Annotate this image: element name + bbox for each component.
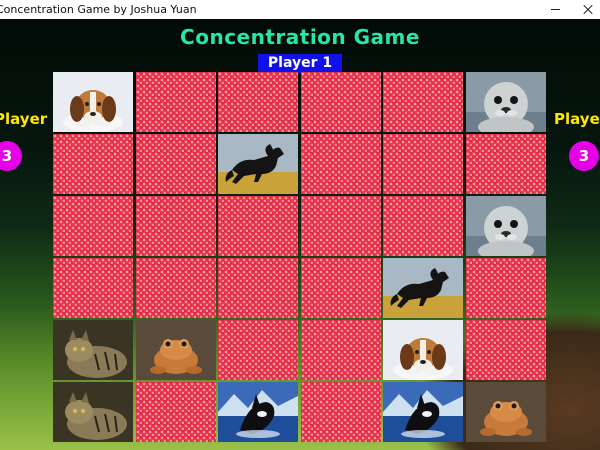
card-face-down[interactable] bbox=[300, 72, 381, 132]
card-cat[interactable] bbox=[53, 382, 133, 442]
card-face-down[interactable] bbox=[218, 258, 299, 318]
card-face-down[interactable] bbox=[465, 320, 546, 380]
card-face-down[interactable] bbox=[53, 134, 133, 194]
card-frog[interactable] bbox=[465, 382, 546, 442]
card-orca[interactable] bbox=[383, 382, 464, 442]
card-face-down[interactable] bbox=[218, 320, 299, 380]
card-face-down[interactable] bbox=[218, 196, 299, 256]
card-orca[interactable] bbox=[218, 382, 299, 442]
card-seal[interactable] bbox=[465, 72, 546, 132]
card-puppy[interactable] bbox=[53, 72, 133, 132]
window-titlebar: Concentration Game by Joshua Yuan bbox=[0, 0, 600, 20]
game-title: Concentration Game bbox=[180, 25, 420, 49]
game-area: Concentration Game Player 1 Player 1 3 P… bbox=[0, 19, 600, 450]
card-face-down[interactable] bbox=[465, 258, 546, 318]
card-face-down[interactable] bbox=[383, 72, 464, 132]
window-title: Concentration Game by Joshua Yuan bbox=[0, 3, 197, 16]
card-face-down[interactable] bbox=[53, 258, 133, 318]
player2-label: Player 2 bbox=[554, 110, 600, 128]
card-face-down[interactable] bbox=[300, 134, 381, 194]
card-grid bbox=[53, 72, 546, 443]
card-face-down[interactable] bbox=[383, 134, 464, 194]
card-face-down[interactable] bbox=[300, 258, 381, 318]
card-face-down[interactable] bbox=[465, 134, 546, 194]
card-face-down[interactable] bbox=[135, 196, 216, 256]
card-seal[interactable] bbox=[465, 196, 546, 256]
player2-score-badge: 3 bbox=[569, 141, 599, 171]
card-face-down[interactable] bbox=[53, 196, 133, 256]
card-face-down[interactable] bbox=[300, 320, 381, 380]
minimize-button[interactable] bbox=[540, 0, 570, 19]
close-button[interactable] bbox=[578, 0, 600, 19]
card-face-down[interactable] bbox=[135, 258, 216, 318]
card-face-down[interactable] bbox=[383, 196, 464, 256]
card-horse[interactable] bbox=[218, 134, 299, 194]
card-face-down[interactable] bbox=[300, 382, 381, 442]
card-horse[interactable] bbox=[383, 258, 464, 318]
card-frog[interactable] bbox=[135, 320, 216, 380]
current-turn-banner: Player 1 bbox=[258, 54, 342, 73]
card-face-down[interactable] bbox=[135, 134, 216, 194]
card-face-down[interactable] bbox=[218, 72, 299, 132]
card-face-down[interactable] bbox=[135, 382, 216, 442]
card-cat[interactable] bbox=[53, 320, 133, 380]
card-face-down[interactable] bbox=[300, 196, 381, 256]
card-puppy[interactable] bbox=[383, 320, 464, 380]
card-face-down[interactable] bbox=[135, 72, 216, 132]
player1-score-badge: 3 bbox=[0, 141, 22, 171]
